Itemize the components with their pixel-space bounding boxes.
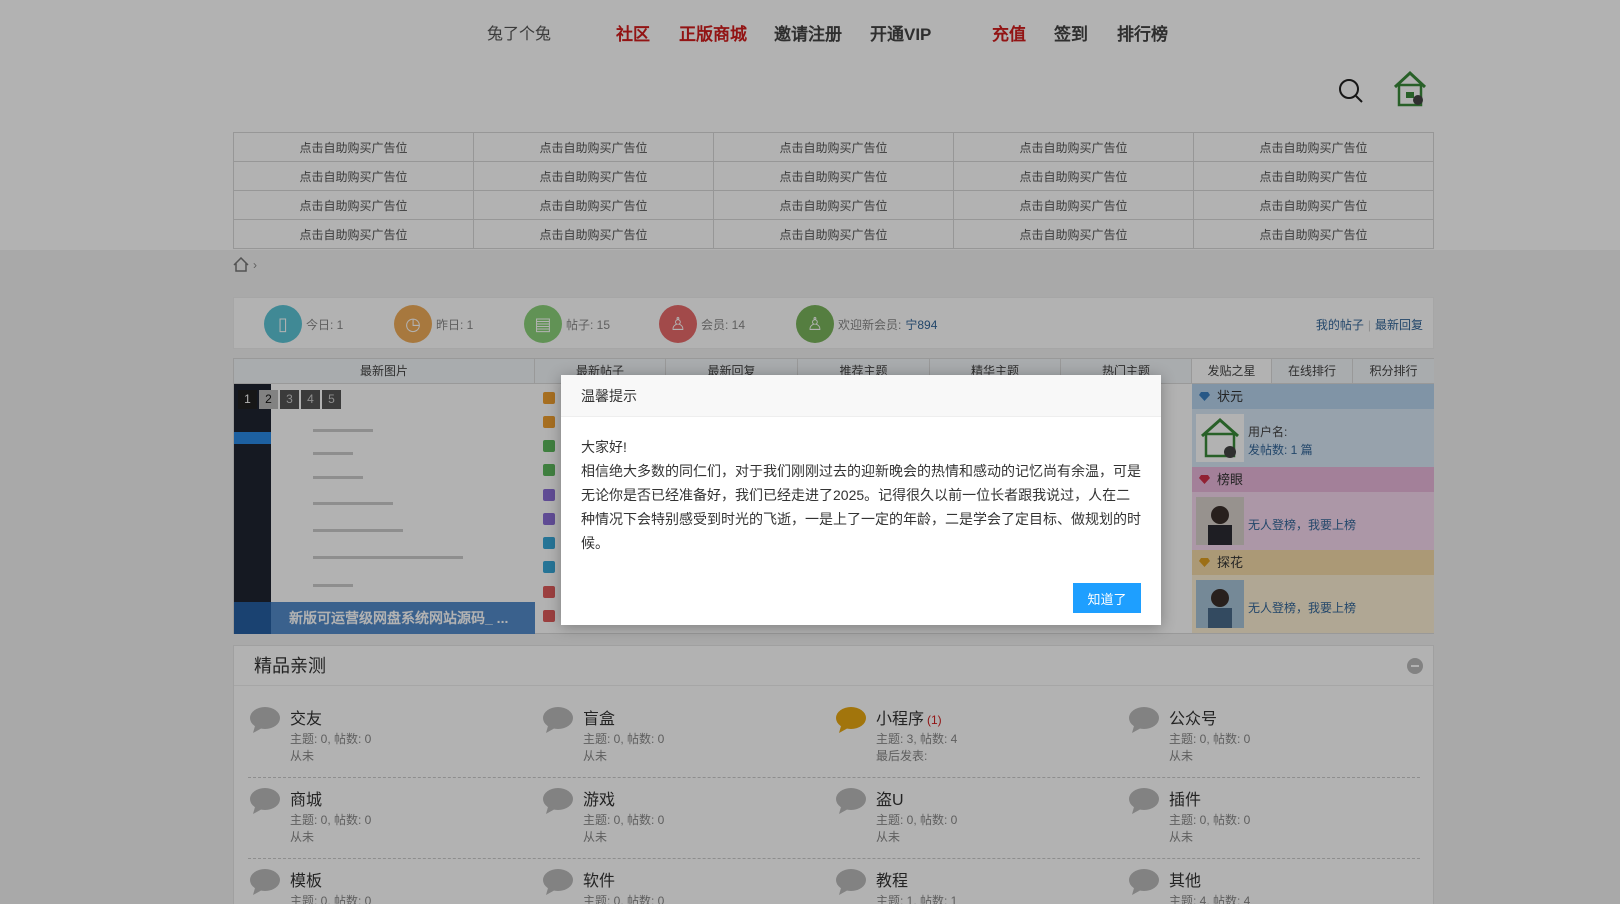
- dialog-message: 相信绝大多数的同仁们，对于我们刚刚过去的迎新晚会的热情和感动的记忆尚有余温，可是…: [581, 463, 1141, 551]
- dialog-greeting: 大家好!: [581, 439, 627, 455]
- ok-button[interactable]: 知道了: [1073, 583, 1141, 613]
- notice-dialog: 温馨提示 大家好! 相信绝大多数的同仁们，对于我们刚刚过去的迎新晚会的热情和感动…: [561, 375, 1161, 625]
- dialog-body: 大家好! 相信绝大多数的同仁们，对于我们刚刚过去的迎新晚会的热情和感动的记忆尚有…: [561, 417, 1161, 555]
- dialog-title[interactable]: 温馨提示: [561, 375, 1161, 417]
